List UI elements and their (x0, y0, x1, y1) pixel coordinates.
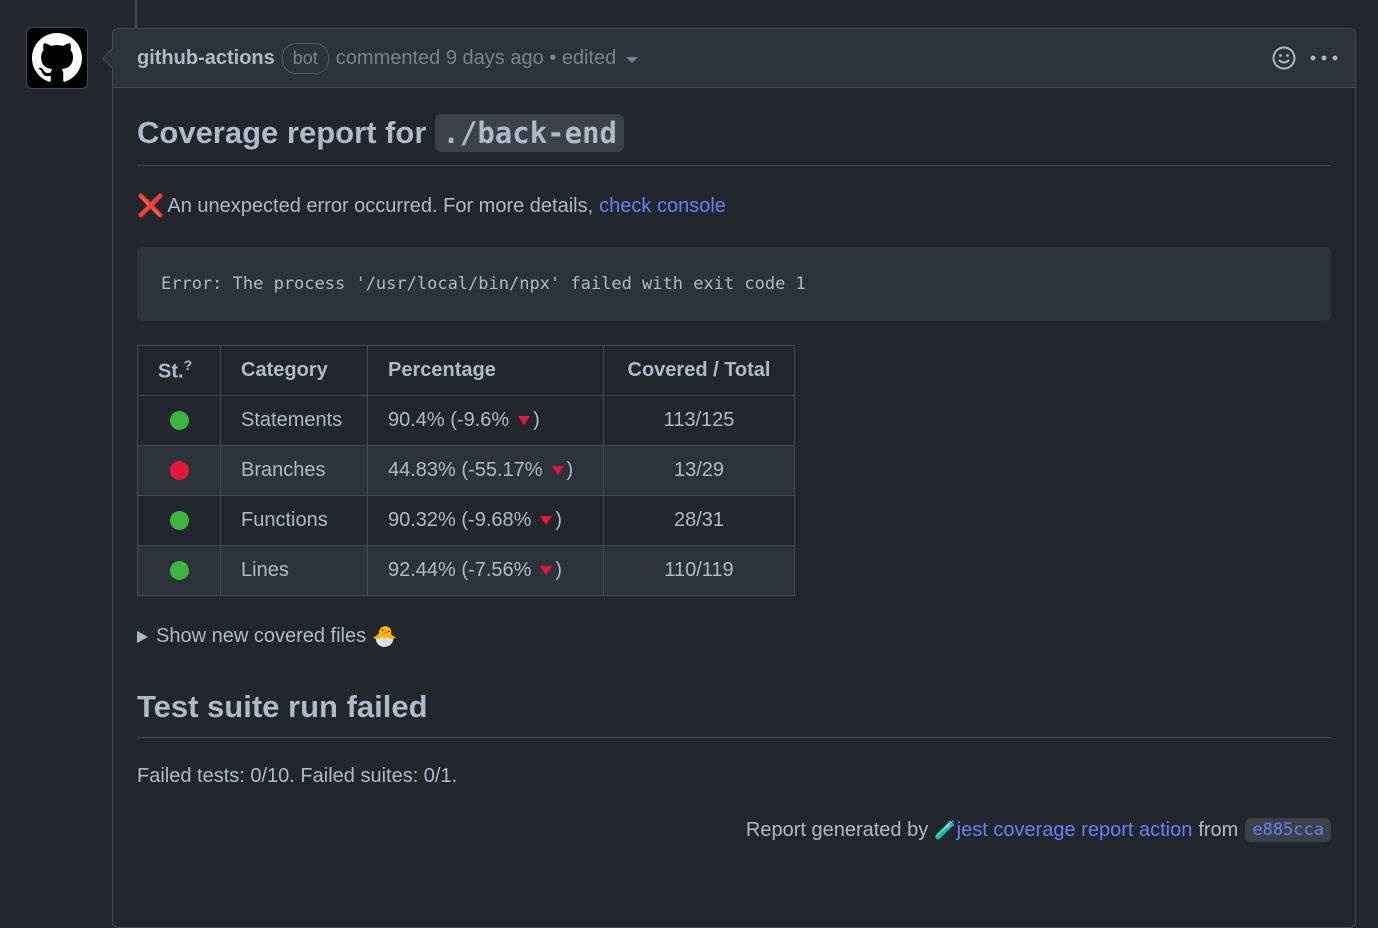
status-cell (137, 545, 221, 596)
down-triangle-icon (540, 566, 553, 576)
action-link[interactable]: jest coverage report action (957, 819, 1193, 842)
test-tube-icon: 🧪 (934, 819, 957, 840)
coverage-title-text: Coverage report for (137, 115, 427, 150)
error-text: An unexpected error occurred. For more d… (167, 194, 594, 217)
coverage-table: St.? Category Percentage Covered / Total… (137, 345, 795, 596)
cross-mark-icon: ❌ (137, 193, 165, 218)
error-code-block: Error: The process '/usr/local/bin/npx' … (137, 247, 1331, 321)
coverage-title: Coverage report for ./back-end (137, 114, 1331, 166)
details-summary: Show new covered files (156, 625, 367, 647)
timeline-line (135, 0, 137, 28)
table-row: Statements 90.4% (-9.6%) 113/125 (137, 395, 795, 446)
comment-body: Coverage report for ./back-end ❌ An unex… (113, 114, 1355, 842)
coverage-path: ./back-end (435, 114, 625, 152)
category-cell: Functions (220, 495, 368, 546)
failed-summary: Failed tests: 0/10. Failed suites: 0/1. (137, 765, 458, 787)
percentage-cell: 90.4% (-9.6%) (367, 395, 604, 446)
percentage-cell: 92.44% (-7.56%) (367, 545, 604, 596)
comment-box: github-actions bot commented 9 days ago … (101, 28, 1356, 928)
comment-meta[interactable]: commented 9 days ago • edited (336, 47, 617, 70)
footer-prefix: Report generated by (745, 818, 929, 841)
error-message: ❌ An unexpected error occurred. For more… (137, 193, 1331, 219)
header-status: St.? (137, 345, 221, 396)
total-cell: 28/31 (603, 495, 795, 546)
help-sup[interactable]: ? (184, 357, 193, 373)
emoji-reaction-icon[interactable] (1271, 45, 1297, 71)
status-dot-icon (169, 461, 189, 481)
avatar[interactable] (26, 27, 88, 89)
report-footer: Report generated by 🧪 jest coverage repo… (137, 818, 1331, 842)
table-header-row: St.? Category Percentage Covered / Total (137, 345, 795, 396)
status-dot-icon (169, 561, 189, 581)
comment-actions (1271, 45, 1339, 71)
status-cell (137, 445, 221, 496)
percentage-cell: 90.32% (-9.68%) (367, 495, 604, 546)
percentage-cell: 44.83% (-55.17%) (367, 445, 604, 496)
author-link[interactable]: github-actions (137, 47, 275, 70)
table-row: Functions 90.32% (-9.68%) 28/31 (137, 495, 795, 546)
github-logo-icon (32, 33, 82, 82)
new-covered-files-toggle[interactable]: Show new covered files 🐣 (137, 624, 1331, 649)
total-cell: 113/125 (603, 395, 795, 446)
down-triangle-icon (540, 516, 553, 526)
status-cell (137, 495, 221, 546)
hatching-chick-icon: 🐣 (372, 626, 398, 648)
total-cell: 13/29 (603, 445, 795, 496)
status-cell (137, 395, 221, 446)
commit-sha-link[interactable]: e885cca (1245, 818, 1331, 842)
check-console-link[interactable]: check console (599, 195, 726, 218)
test-suite-title: Test suite run failed (137, 689, 1331, 738)
bot-badge: bot (281, 42, 329, 74)
error-code-text: Error: The process '/usr/local/bin/npx' … (161, 274, 806, 294)
chevron-down-icon[interactable] (626, 57, 639, 63)
status-dot-icon (169, 411, 189, 431)
disclosure-triangle-icon (137, 630, 148, 643)
status-dot-icon (169, 511, 189, 531)
category-cell: Statements (220, 395, 368, 446)
comment-header: github-actions bot commented 9 days ago … (113, 29, 1355, 88)
table-row: Lines 92.44% (-7.56%) 110/119 (137, 545, 795, 596)
table-row: Branches 44.83% (-55.17%) 13/29 (137, 445, 795, 496)
category-cell: Lines (220, 545, 368, 596)
down-triangle-icon (518, 416, 531, 426)
category-cell: Branches (220, 445, 368, 496)
total-cell: 110/119 (603, 545, 795, 596)
header-percentage: Percentage (367, 345, 604, 396)
header-total: Covered / Total (603, 345, 795, 396)
down-triangle-icon (551, 466, 564, 476)
header-category: Category (220, 345, 368, 396)
footer-from: from (1198, 818, 1239, 841)
kebab-menu-icon[interactable] (1309, 45, 1339, 71)
